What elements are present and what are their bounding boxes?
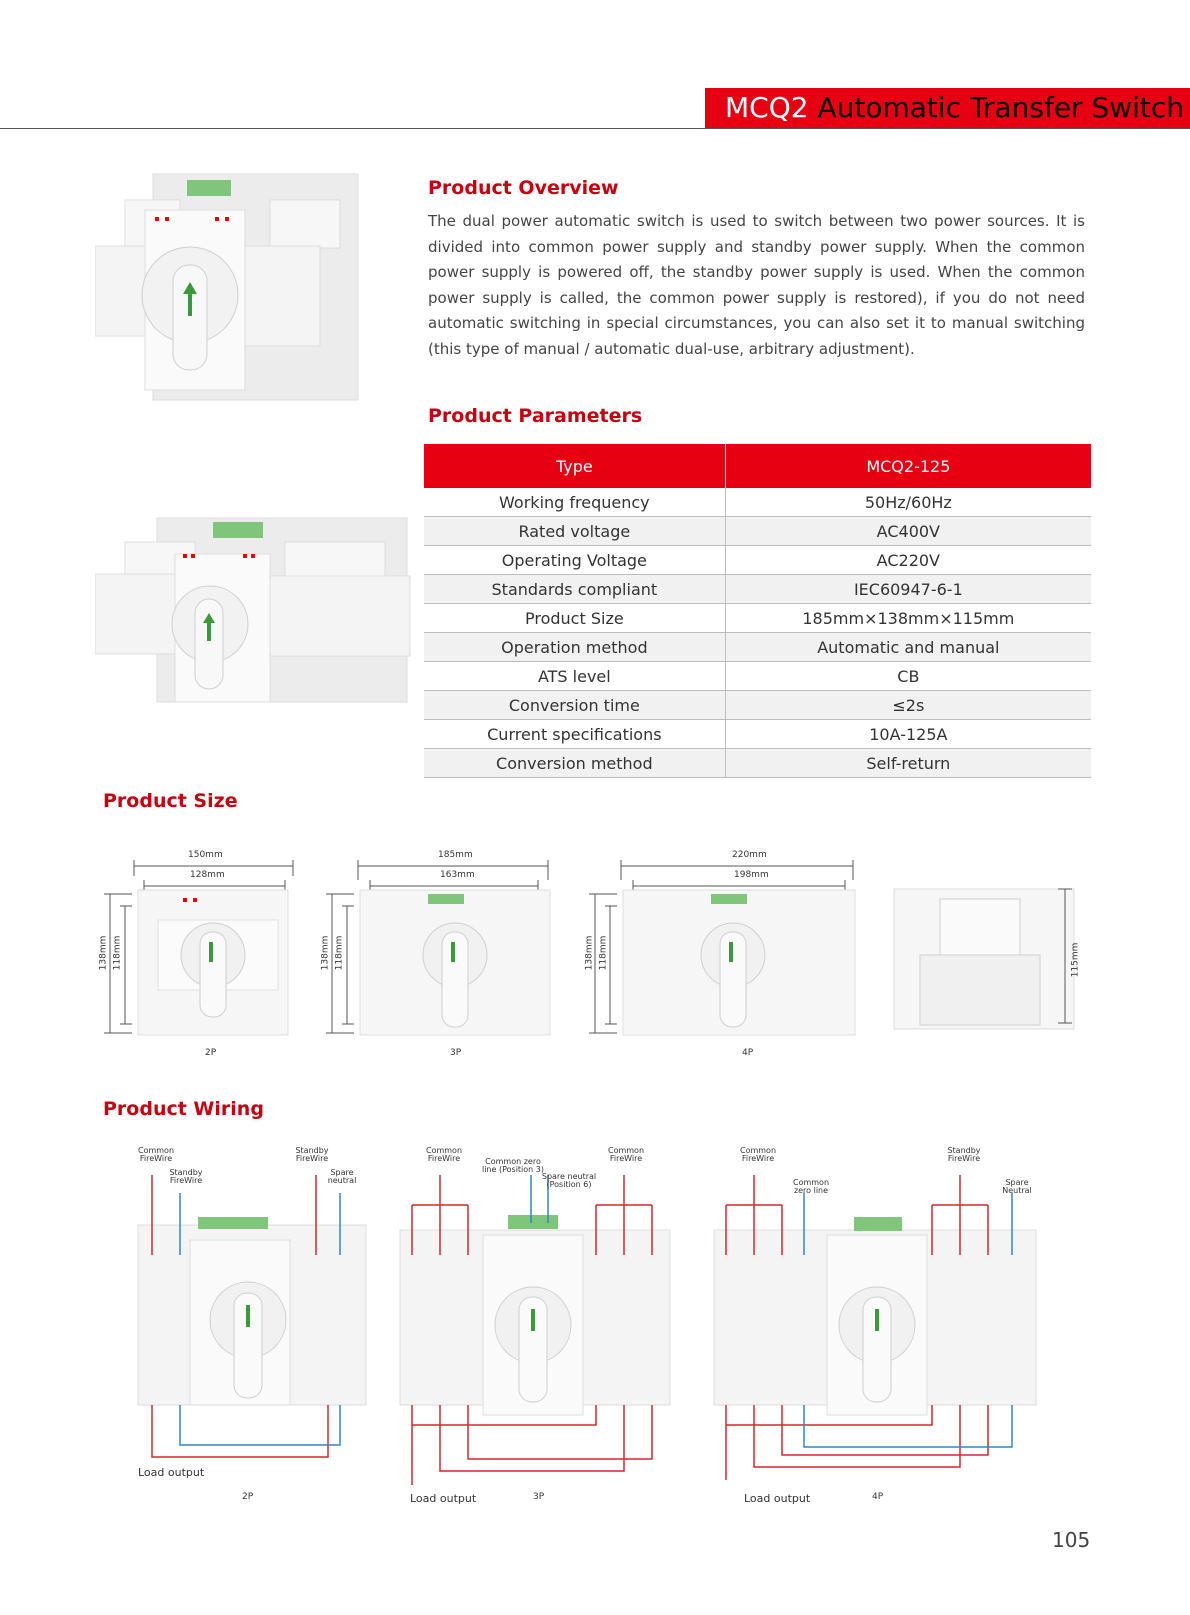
dim-3p-outer-height: 138mm [320,935,331,971]
dim-3p-inner-width: 163mm [440,870,475,880]
param-value: AC220V [725,545,1091,575]
page-number: 105 [1052,1528,1091,1552]
overview-heading: Product Overview [428,177,619,199]
param-label: Product Size [424,603,726,633]
param-label: Conversion method [424,748,726,778]
table-row: Current specifications 10A-125A [424,719,1091,749]
wiring-4p-label-2: Common zero line [792,1178,830,1195]
parameters-heading: Product Parameters [428,405,643,427]
param-label: ATS level [424,661,726,691]
table-row: Conversion time ≤2s [424,690,1091,720]
size-caption-2p: 2P [205,1048,217,1058]
table-header-label: Type [424,444,726,488]
wiring-2p-label-1: Common FireWire [137,1146,175,1163]
dim-2p-outer-height: 138mm [98,935,109,971]
dim-4p-inner-height: 118mm [598,935,609,971]
wiring-4p-label-4: Spare Neutral [1002,1178,1032,1195]
wiring-diagram-2p [137,1175,367,1458]
table-row: Conversion method Self-return [424,748,1091,778]
table-row: Operating Voltage AC220V [424,545,1091,575]
wiring-diagram-3p [399,1175,671,1485]
wiring-3p-label-3: Spare neutral (Position 6) [541,1172,597,1189]
param-value: AC400V [725,516,1091,546]
wiring-3p-label-1: Common FireWire [425,1146,463,1163]
wiring-4p-label-1: Common FireWire [739,1146,777,1163]
product-photo-2p [95,173,359,401]
wiring-caption-3p: 3P [533,1492,545,1502]
size-caption-4p: 4P [742,1048,754,1058]
dim-3p-inner-height: 118mm [334,935,345,971]
param-label: Operating Voltage [424,545,726,575]
wiring-diagram-4p [713,1175,1037,1480]
wiring-2p-label-3: Standby FireWire [295,1146,329,1163]
param-label: Rated voltage [424,516,726,546]
size-drawing-side [893,888,1075,1030]
table-header-value: MCQ2-125 [725,444,1091,488]
parameters-table: Type MCQ2-125 Working frequency 50Hz/60Hz… [424,444,1091,778]
product-photo-3p [95,517,411,703]
param-value: 10A-125A [725,719,1091,749]
table-row: Working frequency 50Hz/60Hz [424,488,1091,517]
size-drawing-4p [589,860,856,1036]
dim-4p-inner-width: 198mm [734,870,769,880]
size-heading: Product Size [103,790,238,812]
param-label: Conversion time [424,690,726,720]
dim-3p-outer-width: 185mm [438,850,473,860]
param-label: Working frequency [424,488,726,517]
dim-side-depth: 115mm [1070,942,1081,978]
param-label: Standards compliant [424,574,726,604]
table-row: Rated voltage AC400V [424,516,1091,546]
page-title: MCQ2 Automatic Transfer Switch [725,91,1184,125]
title-text: Automatic Transfer Switch [817,91,1185,124]
wiring-2p-load-label: Load output [138,1466,205,1479]
size-caption-3p: 3P [450,1048,462,1058]
model-name: MCQ2 [725,91,809,124]
param-label: Current specifications [424,719,726,749]
wiring-caption-4p: 4P [872,1492,884,1502]
param-value: Self-return [725,748,1091,778]
wiring-2p-label-4: Spare neutral [327,1168,357,1185]
dim-4p-outer-width: 220mm [732,850,767,860]
wiring-4p-load-label: Load output [744,1492,811,1505]
param-value: IEC60947-6-1 [725,574,1091,604]
param-value: ≤2s [725,690,1091,720]
param-value: Automatic and manual [725,632,1091,662]
param-value: 185mm×138mm×115mm [725,603,1091,633]
dim-2p-inner-width: 128mm [190,870,225,880]
param-value: CB [725,661,1091,691]
wiring-caption-2p: 2P [242,1492,254,1502]
table-row: Product Size 185mm×138mm×115mm [424,603,1091,633]
dim-2p-outer-width: 150mm [188,850,223,860]
param-label: Operation method [424,632,726,662]
wiring-3p-label-4: Common FireWire [607,1146,645,1163]
wiring-heading: Product Wiring [103,1098,264,1120]
wiring-2p-label-2: Standby FireWire [169,1168,203,1185]
dim-4p-outer-height: 138mm [584,935,595,971]
dim-2p-inner-height: 118mm [112,935,123,971]
wiring-4p-label-3: Standby FireWire [947,1146,981,1163]
param-value: 50Hz/60Hz [725,488,1091,517]
table-row: Standards compliant IEC60947-6-1 [424,574,1091,604]
overview-text: The dual power automatic switch is used … [428,212,1085,358]
wiring-3p-label-2: Common zero line (Position 3) [481,1157,544,1174]
wiring-3p-load-label: Load output [410,1492,477,1505]
header-rule [0,128,1190,129]
table-row: Operation method Automatic and manual [424,632,1091,662]
table-row: ATS level CB [424,661,1091,691]
